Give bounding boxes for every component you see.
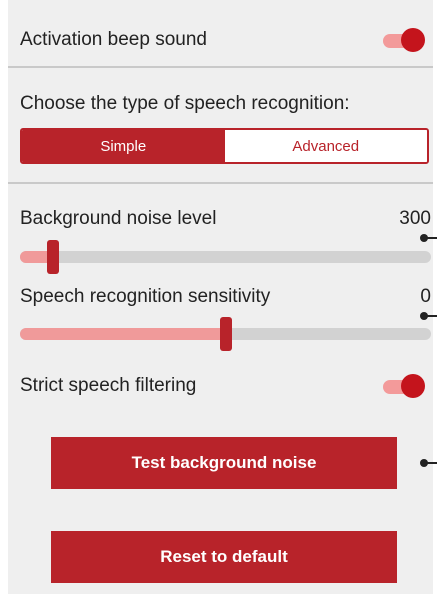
sensitivity-setting: Speech recognition sensitivity 0	[20, 286, 431, 356]
annotation-pointer	[420, 234, 437, 242]
activation-beep-label: Activation beep sound	[20, 29, 207, 50]
divider	[8, 182, 433, 184]
segment-advanced[interactable]: Advanced	[224, 130, 427, 162]
recognition-type-heading: Choose the type of speech recognition:	[20, 93, 350, 114]
background-noise-thumb[interactable]	[47, 240, 59, 274]
strict-filtering-switch[interactable]	[383, 374, 425, 398]
activation-beep-row[interactable]: Activation beep sound	[20, 20, 433, 60]
sensitivity-fill	[20, 328, 226, 340]
switch-thumb	[401, 28, 425, 52]
activation-beep-switch[interactable]	[383, 28, 425, 52]
annotation-pointer	[420, 459, 437, 467]
background-noise-track[interactable]	[20, 251, 431, 263]
strict-filtering-label: Strict speech filtering	[20, 375, 197, 396]
sensitivity-label: Speech recognition sensitivity	[20, 286, 271, 307]
test-background-noise-button[interactable]: Test background noise	[51, 437, 397, 489]
background-noise-setting: Background noise level 300	[20, 208, 431, 276]
settings-panel: Activation beep sound Choose the type of…	[8, 0, 433, 594]
recognition-type-segmented-control: Simple Advanced	[20, 128, 429, 164]
annotation-pointer	[420, 312, 437, 320]
background-noise-value: 300	[399, 208, 431, 229]
divider	[8, 66, 433, 68]
reset-to-default-button[interactable]: Reset to default	[51, 531, 397, 583]
strict-filtering-row[interactable]: Strict speech filtering	[20, 366, 433, 406]
background-noise-label: Background noise level	[20, 208, 217, 229]
segment-simple[interactable]: Simple	[22, 130, 225, 162]
sensitivity-thumb[interactable]	[220, 317, 232, 351]
switch-thumb	[401, 374, 425, 398]
sensitivity-value: 0	[420, 286, 431, 307]
